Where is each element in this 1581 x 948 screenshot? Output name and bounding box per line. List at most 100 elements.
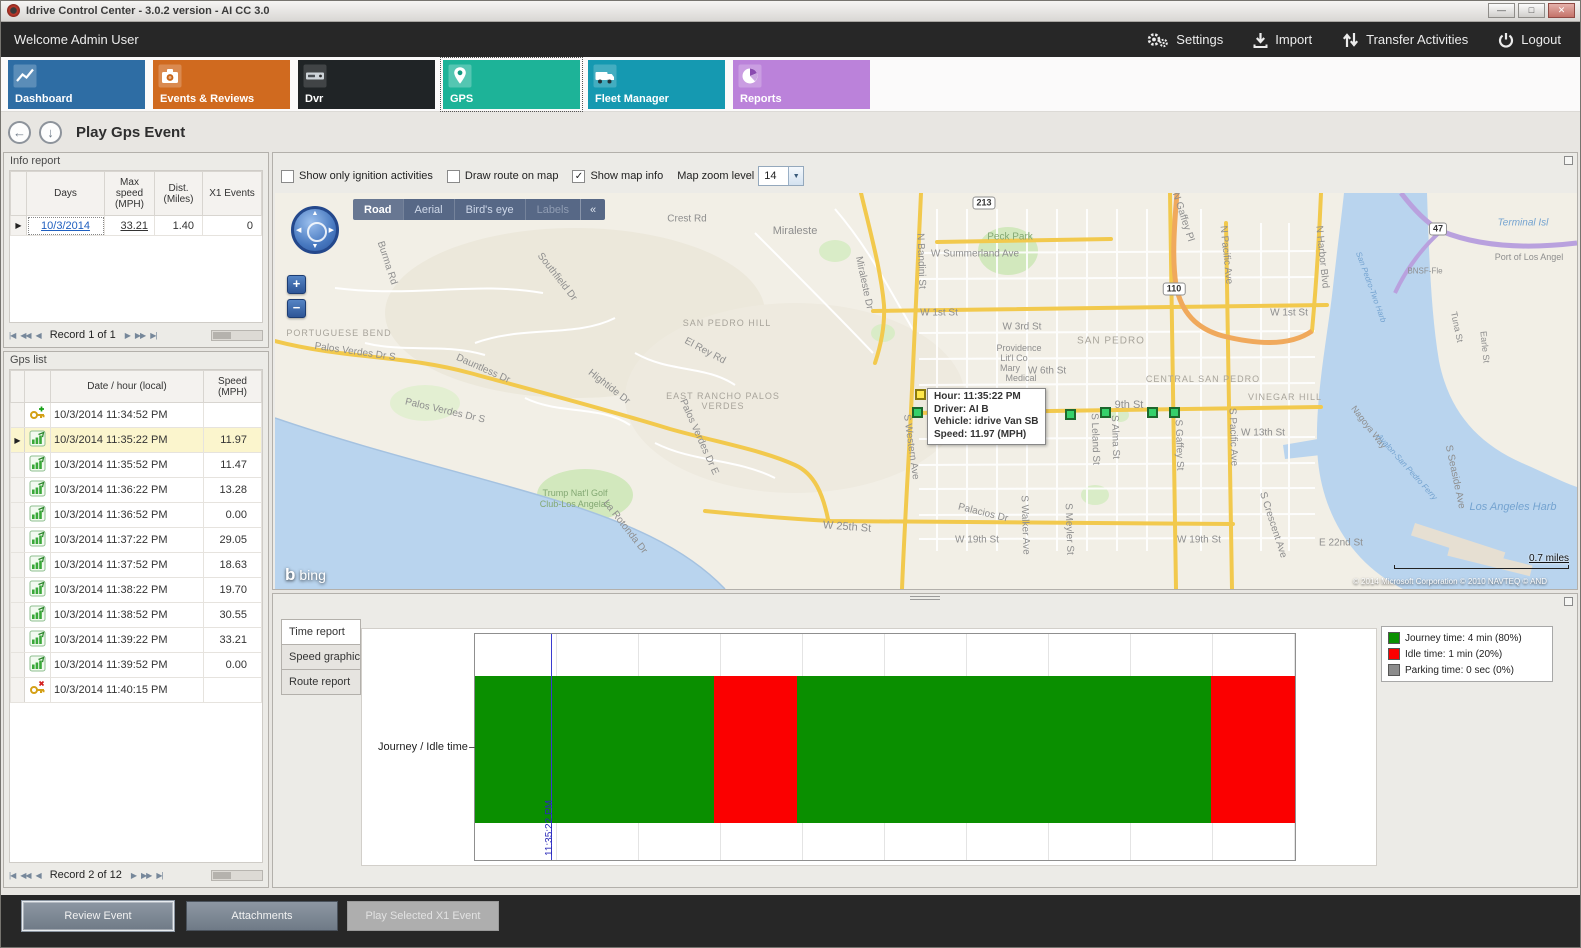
checkbox-draw-route[interactable]: Draw route on map: [447, 170, 559, 183]
checkbox-show-only-ignition[interactable]: Show only ignition activities: [281, 170, 433, 183]
info-column-header[interactable]: Dist. (Miles): [155, 172, 203, 216]
bing-map[interactable]: MiralesteCrest RdBurma RdSouthfield DrMi…: [275, 193, 1577, 589]
gps-green-marker[interactable]: [1147, 407, 1158, 418]
icon-column-header: [25, 371, 51, 403]
map-view-tab-aerial[interactable]: Aerial: [403, 199, 454, 220]
horizontal-scrollbar[interactable]: [211, 330, 263, 341]
map-menu-collapse-button[interactable]: «: [580, 199, 605, 220]
map-panel-collapse-button[interactable]: [1564, 156, 1573, 165]
pager-first-button[interactable]: |◀: [9, 871, 15, 880]
row-indicator: [11, 678, 25, 703]
module-tab-gps[interactable]: GPS: [443, 60, 580, 109]
info-report-panel-title: Info report: [10, 155, 60, 167]
gps-yellow-marker[interactable]: [915, 389, 926, 400]
scrollbar-thumb[interactable]: [213, 872, 231, 879]
gps-list-row[interactable]: 10/3/2014 11:36:22 PM13.28: [11, 478, 262, 503]
gps-list-row[interactable]: 10/3/2014 11:36:52 PM0.00: [11, 503, 262, 528]
gps-list-row[interactable]: 10/3/2014 11:38:52 PM30.55: [11, 603, 262, 628]
pager-last-button[interactable]: ▶|: [150, 331, 156, 340]
close-button[interactable]: ✕: [1548, 3, 1575, 18]
pager-prev-button[interactable]: ◀: [36, 871, 41, 880]
map-panel: Show only ignition activities Draw route …: [272, 152, 1578, 590]
splitter-grip[interactable]: [910, 596, 940, 600]
tab-time-report[interactable]: Time report: [281, 619, 361, 645]
pager-last-button[interactable]: ▶|: [156, 871, 162, 880]
info-days-link[interactable]: 10/3/2014: [41, 220, 90, 232]
gps-row-speed: 0.00: [204, 653, 262, 678]
info-report-pager: |◀ ◀◀ ◀ Record 1 of 1 ▶ ▶▶ ▶|: [9, 325, 263, 345]
import-button[interactable]: Import: [1253, 32, 1312, 48]
review-event-button[interactable]: Review Event: [22, 901, 174, 931]
module-tab-reports[interactable]: Reports: [733, 60, 870, 109]
maximize-button[interactable]: □: [1518, 3, 1545, 18]
settings-button[interactable]: Settings: [1145, 31, 1223, 48]
info-column-header[interactable]: Max speed (MPH): [105, 172, 155, 216]
gps-list-row[interactable]: 10/3/2014 11:37:52 PM18.63: [11, 553, 262, 578]
gps-list-row[interactable]: 10/3/2014 11:39:22 PM33.21: [11, 628, 262, 653]
gps-list-row[interactable]: 10/3/2014 11:40:15 PM: [11, 678, 262, 703]
gps-green-marker[interactable]: [1169, 407, 1180, 418]
gps-green-marker[interactable]: [1065, 409, 1076, 420]
gps-column-header[interactable]: Date / hour (local): [51, 371, 204, 403]
dashboard-icon: [13, 64, 37, 91]
pager-prev-page-button[interactable]: ◀◀: [20, 331, 30, 340]
gps-green-marker[interactable]: [912, 407, 923, 418]
back-button[interactable]: ←: [8, 121, 31, 144]
timeline-segment-idle: [714, 676, 797, 823]
transfer-button[interactable]: Transfer Activities: [1342, 32, 1468, 48]
gps-row-speed: 19.70: [204, 578, 262, 603]
window-controls: — □ ✕: [1488, 3, 1577, 18]
footer-bar: Review EventAttachmentsPlay Selected X1 …: [0, 895, 1581, 948]
gps-list-row[interactable]: 10/3/2014 11:34:52 PM: [11, 403, 262, 428]
gps-green-marker[interactable]: [1100, 407, 1111, 418]
module-tab-fleet[interactable]: Fleet Manager: [588, 60, 725, 109]
map-zoom-out-button[interactable]: −: [287, 299, 306, 318]
pager-prev-button[interactable]: ◀: [36, 331, 41, 340]
row-indicator: [11, 528, 25, 553]
module-tab-dashboard[interactable]: Dashboard: [8, 60, 145, 109]
pager-next-page-button[interactable]: ▶▶: [135, 331, 145, 340]
logout-button[interactable]: Logout: [1498, 32, 1561, 48]
gps-row-date: 10/3/2014 11:37:52 PM: [51, 553, 204, 578]
time-panel-collapse-button[interactable]: [1564, 597, 1573, 606]
pager-first-button[interactable]: |◀: [9, 331, 15, 340]
pager-prev-page-button[interactable]: ◀◀: [20, 871, 30, 880]
import-label: Import: [1275, 32, 1312, 47]
gps-row-speed: 33.21: [204, 628, 262, 653]
module-tab-events[interactable]: Events & Reviews: [153, 60, 290, 109]
gps-list-row[interactable]: 10/3/2014 11:37:22 PM29.05: [11, 528, 262, 553]
gps-list-row[interactable]: 10/3/2014 11:35:52 PM11.47: [11, 453, 262, 478]
down-button[interactable]: ↓: [39, 121, 62, 144]
window-title: Idrive Control Center - 3.0.2 version - …: [26, 5, 270, 17]
minimize-button[interactable]: —: [1488, 3, 1515, 18]
gps-list-row[interactable]: 10/3/2014 11:39:52 PM0.00: [11, 653, 262, 678]
attachments-button[interactable]: Attachments: [186, 901, 338, 931]
module-tab-dvr[interactable]: Dvr: [298, 60, 435, 109]
info-report-row[interactable]: ▶10/3/201433.211.400: [11, 216, 262, 236]
horizontal-scrollbar[interactable]: [211, 870, 263, 881]
map-zoom-select[interactable]: 14 ▼: [758, 166, 804, 186]
gps-list-row[interactable]: ▶10/3/2014 11:35:22 PM11.97: [11, 428, 262, 453]
gps-list-row[interactable]: 10/3/2014 11:38:22 PM19.70: [11, 578, 262, 603]
info-max-speed-link[interactable]: 33.21: [120, 220, 148, 232]
tab-speed-graphic[interactable]: Speed graphic: [281, 644, 361, 670]
pager-next-button[interactable]: ▶: [125, 331, 130, 340]
info-column-header[interactable]: Days: [27, 172, 105, 216]
pager-next-button[interactable]: ▶: [131, 871, 136, 880]
ignition-on-icon: [25, 403, 51, 428]
gps-row-speed: 18.63: [204, 553, 262, 578]
map-zoom-in-button[interactable]: +: [287, 275, 306, 294]
gps-column-header[interactable]: Speed (MPH): [204, 371, 262, 403]
legend-item: Journey time: 4 min (80%): [1388, 632, 1546, 644]
tab-route-report[interactable]: Route report: [281, 669, 361, 695]
gps-row-speed: 0.00: [204, 503, 262, 528]
info-report-panel: Info report DaysMax speed (MPH)Dist. (Mi…: [3, 152, 269, 348]
map-view-tab-bird-s-eye[interactable]: Bird's eye: [454, 199, 525, 220]
info-column-header[interactable]: X1 Events: [203, 172, 262, 216]
map-view-tab-labels[interactable]: Labels: [525, 199, 580, 220]
checkbox-show-map-info[interactable]: ✓Show map info: [572, 170, 663, 183]
pager-next-page-button[interactable]: ▶▶: [141, 871, 151, 880]
map-compass[interactable]: ▲ ▼ ◀ ▶: [291, 206, 339, 254]
scrollbar-thumb[interactable]: [213, 332, 231, 339]
map-view-tab-road[interactable]: Road: [353, 199, 403, 220]
